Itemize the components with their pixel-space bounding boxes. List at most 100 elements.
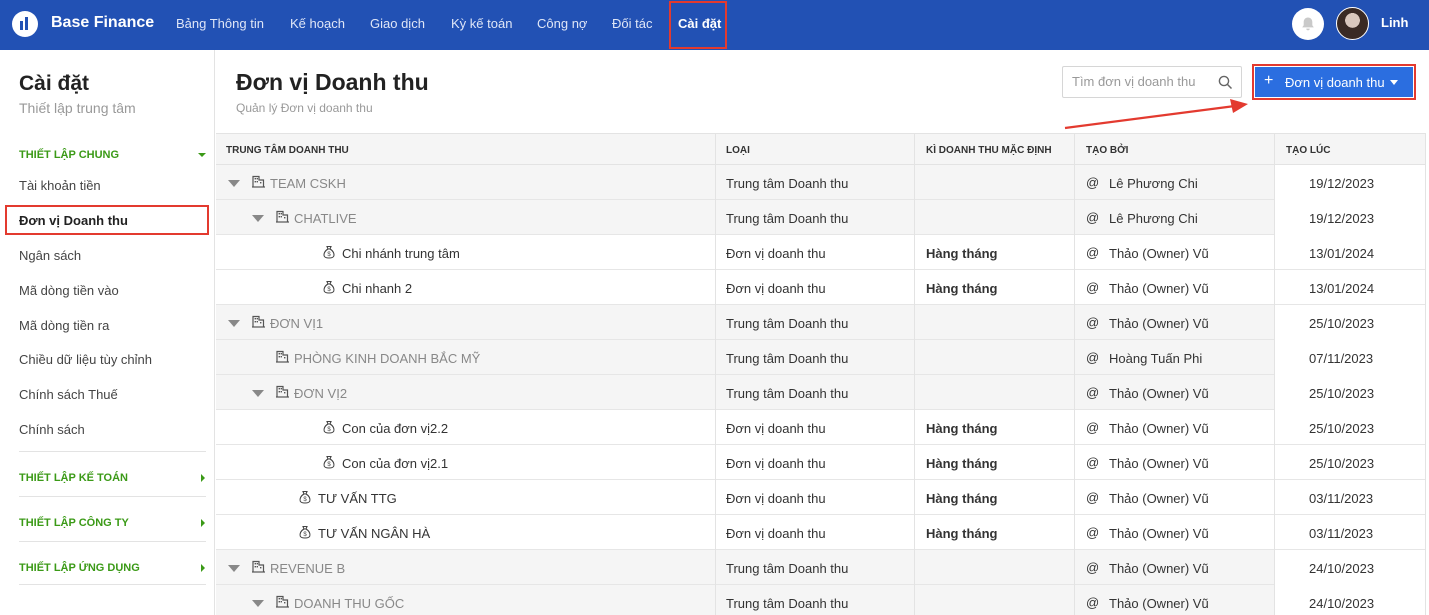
cell-revenue-center-name[interactable]: ĐƠN VỊ1	[270, 316, 323, 331]
nav-accounting-period[interactable]: Kỳ kế toán	[451, 16, 512, 31]
svg-text:$: $	[303, 532, 307, 538]
cell-created-at: 19/12/2023	[1275, 200, 1426, 235]
cell-created-at: 25/10/2023	[1275, 410, 1426, 445]
search-box[interactable]	[1062, 66, 1242, 98]
svg-text:$: $	[327, 427, 331, 433]
cell-revenue-center-name[interactable]: CHATLIVE	[294, 211, 357, 226]
cell-revenue-center-name[interactable]: PHÒNG KINH DOANH BẮC MỸ	[294, 351, 480, 366]
table-row[interactable]: CHATLIVE Trung tâm Doanh thu @ Lê Phương Ch…	[216, 200, 1426, 235]
nav-debts[interactable]: Công nợ	[537, 16, 587, 31]
table-header: TRUNG TÂM DOANH THU LOẠI KÌ DOANH THU MẶ…	[216, 133, 1426, 165]
money-bag-icon: $	[322, 455, 336, 474]
nav-partners[interactable]: Đối tác	[612, 16, 652, 31]
chevron-down-icon[interactable]	[198, 153, 206, 157]
caret-down-icon[interactable]	[228, 180, 240, 187]
header-created-by[interactable]: TẠO BỞI	[1086, 145, 1128, 156]
header-created-at[interactable]: TẠO LÚC	[1286, 145, 1330, 156]
caret-down-icon[interactable]	[252, 215, 264, 222]
sidebar-divider	[19, 541, 206, 542]
cell-type: Đơn vị doanh thu	[726, 526, 826, 541]
table-row[interactable]: $ Con của đơn vị2.1 Đơn vị doanh thu Hàng t…	[216, 445, 1426, 480]
cell-created-by: Thảo (Owner) Vũ	[1109, 246, 1209, 261]
header-revenue-center[interactable]: TRUNG TÂM DOANH THU	[226, 145, 349, 156]
cell-created-by: Thảo (Owner) Vũ	[1109, 281, 1209, 296]
cell-revenue-center-name[interactable]: Con của đơn vị2.1	[342, 456, 448, 471]
table-row[interactable]: $ TƯ VẤN TTG Đơn vị doanh thu Hàng tháng @ Th…	[216, 480, 1426, 515]
section-accounting-settings[interactable]: THIẾT LẬP KẾ TOÁN	[19, 472, 128, 484]
at-icon: @	[1086, 175, 1100, 190]
table-row[interactable]: $ Con của đơn vị2.2 Đơn vị doanh thu Hàng t…	[216, 410, 1426, 445]
table-row[interactable]: ĐƠN VỊ1 Trung tâm Doanh thu @ Thảo (Owner) …	[216, 305, 1426, 340]
svg-text:$: $	[327, 252, 331, 258]
notifications-button[interactable]	[1292, 8, 1324, 40]
nav-dashboard[interactable]: Bảng Thông tin	[176, 16, 264, 31]
nav-plan[interactable]: Kế hoạch	[290, 16, 345, 31]
brand-name[interactable]: Base Finance	[51, 14, 154, 32]
caret-down-icon[interactable]	[1390, 80, 1398, 85]
chevron-right-icon[interactable]	[201, 474, 205, 482]
at-icon: @	[1086, 560, 1100, 575]
add-revenue-unit-button[interactable]: + Đơn vị doanh thu	[1255, 67, 1413, 97]
sidebar-item-budget[interactable]: Ngân sách	[19, 248, 81, 263]
sidebar-item-policy[interactable]: Chính sách	[19, 422, 85, 437]
cell-created-at: 13/01/2024	[1275, 235, 1426, 270]
cell-revenue-center-name[interactable]: TEAM CSKH	[270, 176, 346, 191]
cell-revenue-center-name[interactable]: ĐƠN VỊ2	[294, 386, 347, 401]
avatar[interactable]	[1336, 7, 1369, 40]
column-divider	[914, 133, 915, 615]
user-name[interactable]: Linh	[1381, 15, 1408, 30]
cell-revenue-center-name[interactable]: REVENUE B	[270, 561, 345, 576]
caret-down-icon[interactable]	[252, 390, 264, 397]
table-row[interactable]: $ Chi nhánh trung tâm Đơn vị doanh thu Hàng…	[216, 235, 1426, 270]
sidebar-item-cash-out-codes[interactable]: Mã dòng tiền ra	[19, 318, 109, 333]
chevron-right-icon[interactable]	[201, 564, 205, 572]
cell-revenue-center-name[interactable]: DOANH THU GỐC	[294, 596, 404, 611]
sidebar-title: Cài đặt	[19, 72, 90, 95]
building-icon	[276, 595, 289, 613]
annotation-highlight-nav	[669, 1, 727, 49]
bar-chart-logo-icon[interactable]	[12, 11, 38, 37]
cell-revenue-center-name[interactable]: Con của đơn vị2.2	[342, 421, 448, 436]
cell-revenue-center-name[interactable]: Chi nhánh trung tâm	[342, 246, 460, 261]
table-row[interactable]: $ TƯ VẤN NGÂN HÀ Đơn vị doanh thu Hàng thán…	[216, 515, 1426, 550]
cell-revenue-center-name[interactable]: TƯ VẤN NGÂN HÀ	[318, 526, 430, 541]
chevron-right-icon[interactable]	[201, 519, 205, 527]
section-app-settings[interactable]: THIẾT LẬP ỨNG DỤNG	[19, 562, 140, 574]
sidebar-item-cash-in-codes[interactable]: Mã dòng tiền vào	[19, 283, 119, 298]
caret-down-icon[interactable]	[228, 320, 240, 327]
table-row[interactable]: TEAM CSKH Trung tâm Doanh thu @ Lê Phương C…	[216, 165, 1426, 200]
cell-default-period: Hàng tháng	[926, 421, 998, 436]
sidebar-item-tax-policy[interactable]: Chính sách Thuế	[19, 387, 118, 402]
table-row[interactable]: REVENUE B Trung tâm Doanh thu @ Thảo (Owner…	[216, 550, 1426, 585]
caret-down-icon[interactable]	[252, 600, 264, 607]
svg-text:$: $	[303, 497, 307, 503]
search-icon[interactable]	[1218, 75, 1233, 90]
section-company-settings[interactable]: THIẾT LẬP CÔNG TY	[19, 517, 129, 529]
created-at-text: 13/01/2024	[1309, 281, 1375, 296]
top-navbar: Base Finance Bảng Thông tin Kế hoạch Gia…	[0, 0, 1429, 50]
money-bag-icon: $	[298, 525, 312, 544]
cell-created-by: Thảo (Owner) Vũ	[1109, 596, 1209, 611]
cell-revenue-center-name[interactable]: Chi nhanh 2	[342, 281, 412, 296]
cell-revenue-center-name[interactable]: TƯ VẤN TTG	[318, 491, 397, 506]
sidebar-item-cash-accounts[interactable]: Tài khoản tiền	[19, 178, 101, 193]
header-default-period[interactable]: KÌ DOANH THU MẶC ĐỊNH	[926, 145, 1052, 156]
table-row[interactable]: PHÒNG KINH DOANH BẮC MỸ Trung tâm Doanh t…	[216, 340, 1426, 375]
created-at-text: 03/11/2023	[1309, 526, 1374, 541]
sidebar-item-custom-dimensions[interactable]: Chiều dữ liệu tùy chỉnh	[19, 352, 152, 367]
cell-created-by: Thảo (Owner) Vũ	[1109, 316, 1209, 331]
header-type[interactable]: LOẠI	[726, 145, 750, 156]
cell-type: Trung tâm Doanh thu	[726, 596, 849, 611]
cell-type: Đơn vị doanh thu	[726, 246, 826, 261]
cell-type: Đơn vị doanh thu	[726, 456, 826, 471]
table-row[interactable]: DOANH THU GỐC Trung tâm Doanh thu @ Thảo (O…	[216, 585, 1426, 615]
table-row[interactable]: $ Chi nhanh 2 Đơn vị doanh thu Hàng tháng @ T…	[216, 270, 1426, 305]
search-input[interactable]	[1072, 74, 1212, 89]
section-general-settings[interactable]: THIẾT LẬP CHUNG	[19, 149, 119, 161]
at-icon: @	[1086, 245, 1100, 260]
table-row[interactable]: ĐƠN VỊ2 Trung tâm Doanh thu @ Thảo (Owner) …	[216, 375, 1426, 410]
building-icon	[252, 175, 265, 193]
caret-down-icon[interactable]	[228, 565, 240, 572]
nav-transactions[interactable]: Giao dịch	[370, 16, 425, 31]
created-at-text: 03/11/2023	[1309, 491, 1374, 506]
